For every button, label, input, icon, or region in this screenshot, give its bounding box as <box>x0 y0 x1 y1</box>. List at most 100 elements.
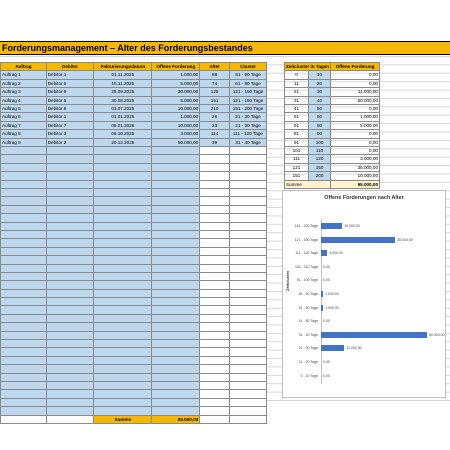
empty-cell[interactable] <box>0 179 47 190</box>
empty-cell[interactable] <box>0 271 47 282</box>
empty-cell[interactable] <box>93 171 153 181</box>
table-cell[interactable]: 21 - 30 Tage <box>229 120 267 131</box>
empty-cell[interactable] <box>199 355 230 366</box>
empty-cell[interactable] <box>199 238 230 248</box>
empty-cell[interactable] <box>0 389 47 399</box>
col-header-debitor[interactable]: Debitor <box>45 61 95 72</box>
empty-row[interactable] <box>0 380 267 391</box>
empty-cell[interactable] <box>0 397 47 408</box>
cluster-row[interactable]: 51 60 1.000,00 <box>283 112 380 122</box>
cluster-cell[interactable]: 200 <box>308 171 332 181</box>
empty-cell[interactable] <box>93 146 153 156</box>
col-header-cluster-forderung[interactable]: Offene Forderung <box>330 61 380 72</box>
empty-cell[interactable] <box>199 204 230 215</box>
empty-row[interactable] <box>0 196 267 206</box>
empty-cell[interactable] <box>151 380 201 391</box>
empty-cell[interactable] <box>0 171 47 181</box>
cluster-row[interactable]: 31 40 50.000,00 <box>283 95 380 106</box>
empty-cell[interactable] <box>199 339 230 349</box>
empty-cell[interactable] <box>0 364 47 374</box>
cluster-row[interactable]: 0 10 0,00 <box>283 70 380 80</box>
cluster-cell[interactable]: 3.000,00 <box>330 154 380 164</box>
empty-cell[interactable] <box>229 246 267 257</box>
empty-cell[interactable] <box>229 322 267 332</box>
empty-row[interactable] <box>0 313 267 324</box>
cluster-cell[interactable]: 30 <box>308 87 332 97</box>
table-cell[interactable]: 26 <box>199 112 230 122</box>
empty-cell[interactable] <box>93 372 153 383</box>
empty-cell[interactable] <box>93 406 153 416</box>
empty-cell[interactable] <box>93 213 153 223</box>
empty-cell[interactable] <box>0 313 47 324</box>
empty-cell[interactable] <box>151 339 201 349</box>
empty-row[interactable] <box>0 372 267 383</box>
empty-cell[interactable] <box>229 271 267 282</box>
empty-cell[interactable] <box>93 271 153 282</box>
cluster-cell[interactable]: 11.000,00 <box>330 87 380 97</box>
empty-cell[interactable] <box>93 305 153 315</box>
empty-cell[interactable] <box>151 221 201 231</box>
table-cell[interactable]: Debitor 5 <box>45 95 95 106</box>
table-cell[interactable]: 06.10.2025 <box>93 129 153 139</box>
empty-cell[interactable] <box>93 204 153 215</box>
empty-cell[interactable] <box>45 347 95 357</box>
chart-bar[interactable] <box>321 304 324 311</box>
table-cell[interactable]: 121 - 150 Tage <box>229 87 267 97</box>
empty-cell[interactable] <box>45 322 95 332</box>
col-header-zeitcluster[interactable]: Zeitcluster in Tagen <box>283 61 332 72</box>
empty-cell[interactable] <box>151 229 201 240</box>
empty-row[interactable] <box>0 255 267 265</box>
empty-cell[interactable] <box>199 221 230 231</box>
empty-cell[interactable] <box>151 204 201 215</box>
empty-cell[interactable] <box>0 146 47 156</box>
empty-cell[interactable] <box>45 146 95 156</box>
empty-cell[interactable] <box>199 330 230 341</box>
empty-cell[interactable] <box>0 229 47 240</box>
empty-cell[interactable] <box>229 229 267 240</box>
empty-cell[interactable] <box>0 187 47 198</box>
table-cell[interactable]: Auftrag 9 <box>0 137 47 148</box>
empty-cell[interactable] <box>93 288 153 299</box>
table-row[interactable]: Auftrag 1 Debitor 1 01.11.2025 1.000,00 88 81… <box>0 70 267 80</box>
col-header-auftrag[interactable]: Auftrag <box>0 61 47 72</box>
empty-row[interactable] <box>0 271 267 282</box>
table-row[interactable]: Auftrag 3 Debitor 9 25.09.2025 30.000,00 125… <box>0 87 267 97</box>
table-cell[interactable]: Auftrag 5 <box>0 104 47 114</box>
empty-cell[interactable] <box>45 364 95 374</box>
table-cell[interactable]: 10.000,00 <box>151 120 201 131</box>
empty-cell[interactable] <box>229 330 267 341</box>
empty-cell[interactable] <box>0 305 47 315</box>
empty-cell[interactable] <box>229 372 267 383</box>
empty-cell[interactable] <box>45 271 95 282</box>
table-row[interactable]: Auftrag 9 Debitor 2 20.12.2025 50.000,00 39 3… <box>0 137 267 148</box>
empty-cell[interactable] <box>0 288 47 299</box>
table-cell[interactable]: 81 - 90 Tage <box>229 70 267 80</box>
table-cell[interactable]: 74 <box>199 78 230 89</box>
empty-cell[interactable] <box>151 406 201 416</box>
empty-cell[interactable] <box>229 154 267 164</box>
cluster-cell[interactable]: 151 <box>283 171 310 181</box>
empty-cell[interactable] <box>229 355 267 366</box>
cluster-cell[interactable]: 50 <box>308 104 332 114</box>
cluster-cell[interactable]: 111 <box>283 154 310 164</box>
empty-cell[interactable] <box>199 414 230 424</box>
table-cell[interactable]: 5.000,00 <box>151 78 201 89</box>
empty-cell[interactable] <box>229 179 267 190</box>
empty-cell[interactable] <box>0 322 47 332</box>
empty-cell[interactable] <box>199 146 230 156</box>
empty-cell[interactable] <box>229 146 267 156</box>
empty-cell[interactable] <box>229 280 267 290</box>
empty-cell[interactable] <box>151 255 201 265</box>
empty-cell[interactable] <box>229 171 267 181</box>
chart-bar[interactable] <box>321 250 328 257</box>
empty-row[interactable] <box>0 355 267 366</box>
empty-cell[interactable] <box>229 380 267 391</box>
empty-cell[interactable] <box>45 187 95 198</box>
cluster-cell[interactable]: 1.000,00 <box>330 112 380 122</box>
empty-row[interactable] <box>0 229 267 240</box>
table-cell[interactable]: 210 <box>199 104 230 114</box>
empty-cell[interactable] <box>151 347 201 357</box>
empty-cell[interactable] <box>93 246 153 257</box>
empty-cell[interactable] <box>45 246 95 257</box>
empty-cell[interactable] <box>0 154 47 164</box>
